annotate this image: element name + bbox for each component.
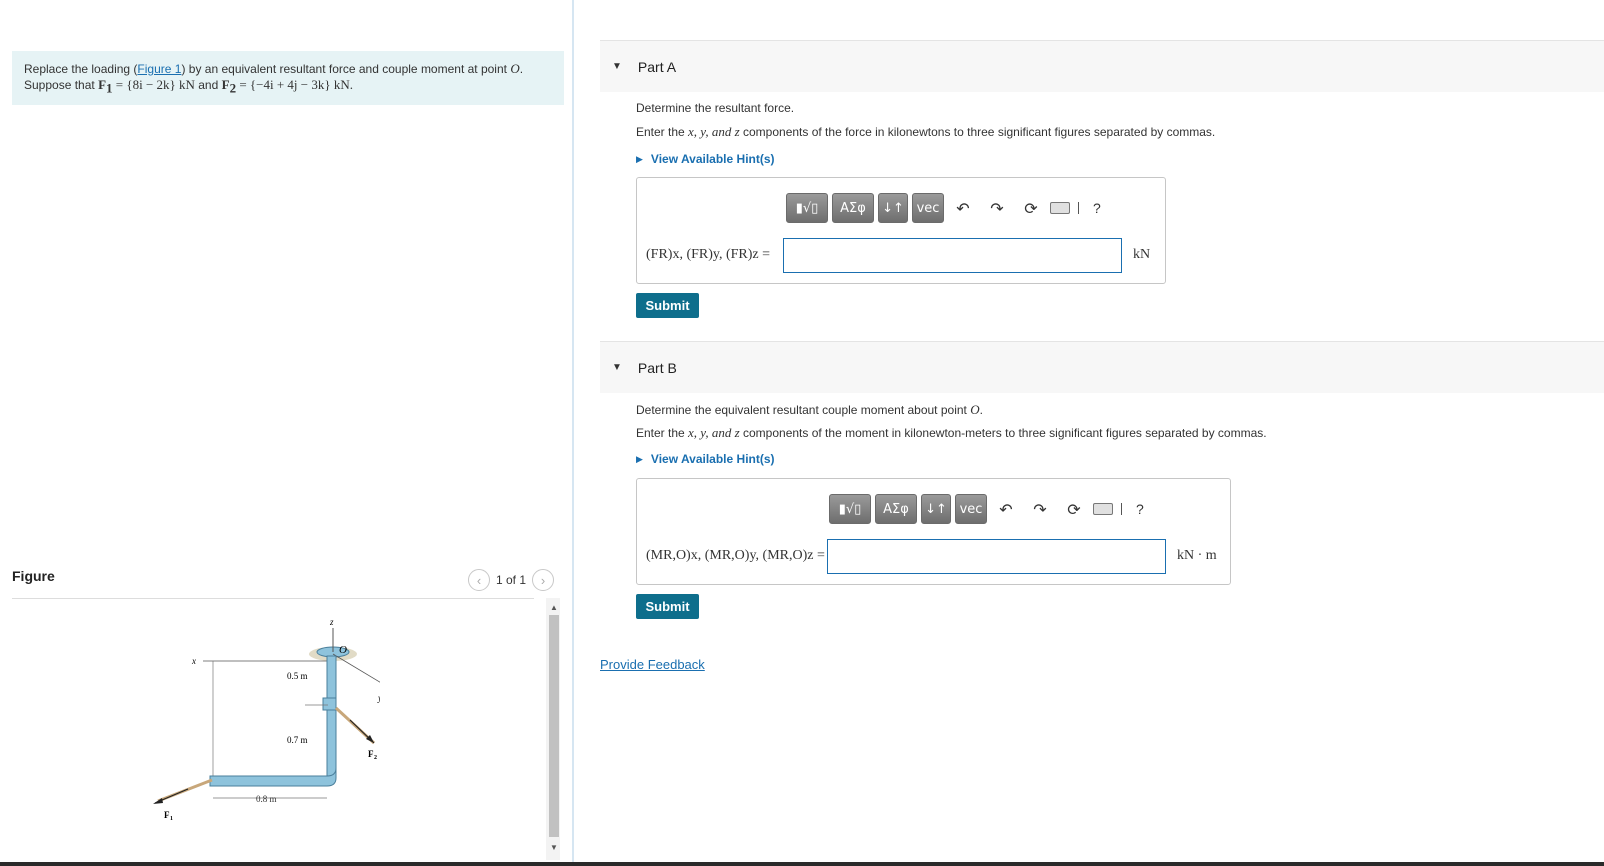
vec-button[interactable]: vec xyxy=(955,494,987,524)
pipe-coupling xyxy=(322,697,337,711)
part-b-question: Determine the equivalent resultant coupl… xyxy=(636,402,983,417)
undo-icon[interactable]: ↶ xyxy=(948,193,978,223)
part-b-toolbar: ▮√▯ ΑΣφ ↓↑ vec ↶ ↷ ⟳ ? xyxy=(829,494,1144,524)
dim-08-label: 0.8 m xyxy=(256,794,277,804)
caret-down-icon: ▼ xyxy=(612,61,622,72)
f2-value: = {−4i + 4j − 3k} kN. xyxy=(236,77,353,92)
caret-down-icon: ▼ xyxy=(612,362,622,373)
problem-statement: Replace the loading (Figure 1) by an equ… xyxy=(12,51,564,105)
part-a-instructions: Enter the x, y, and z components of the … xyxy=(636,124,1216,139)
part-b-unit: kN · m xyxy=(1177,548,1217,563)
caret-right-icon: ▶ xyxy=(636,153,643,164)
redo-icon[interactable]: ↷ xyxy=(1025,494,1055,524)
keyboard-icon[interactable] xyxy=(1050,202,1070,214)
part-a-question: Determine the resultant force. xyxy=(636,101,795,115)
figure-divider xyxy=(12,598,534,599)
y-axis-label: y xyxy=(377,693,380,703)
figure-title: Figure xyxy=(12,568,55,584)
y-axis xyxy=(332,653,380,683)
keyboard-icon[interactable] xyxy=(1093,503,1113,515)
templates-button[interactable]: ▮√▯ xyxy=(829,494,871,524)
part-b-hint-toggle[interactable]: ▶ View Available Hint(s) xyxy=(636,452,775,466)
redo-icon[interactable]: ↷ xyxy=(982,193,1012,223)
figure-image: z O x y 0.5 m 0.7 m 0.8 m F 2 F 1 xyxy=(153,617,380,822)
toolbar-separator xyxy=(1078,202,1079,214)
chevron-right-icon: › xyxy=(540,572,546,588)
part-a-equation-label: (FR)x, (FR)y, (FR)z = xyxy=(646,247,771,262)
x-axis-label: x xyxy=(191,656,196,666)
greek-button[interactable]: ΑΣφ xyxy=(832,193,874,223)
next-figure-button[interactable]: › xyxy=(532,569,555,591)
part-b-title: Part B xyxy=(637,359,677,376)
bottom-bar xyxy=(0,862,1604,866)
dim-07-label: 0.7 m xyxy=(287,735,308,745)
prev-figure-button[interactable]: ‹ xyxy=(468,569,490,591)
f2-sub: 2 xyxy=(374,755,377,761)
part-a-header[interactable]: ▼ Part A xyxy=(600,40,1604,92)
point-o-label: O xyxy=(339,644,347,656)
reset-icon[interactable]: ⟳ xyxy=(1059,494,1089,524)
part-a-answer-input[interactable] xyxy=(783,238,1122,273)
part-b-answer-input[interactable] xyxy=(827,539,1166,574)
scroll-down-icon[interactable]: ▼ xyxy=(549,843,559,853)
vec-button[interactable]: vec xyxy=(912,193,944,223)
reset-icon[interactable]: ⟳ xyxy=(1016,193,1046,223)
help-icon[interactable]: ? xyxy=(1093,200,1101,216)
arrows-button[interactable]: ↓↑ xyxy=(878,193,908,223)
part-b-submit-button[interactable]: Submit xyxy=(636,594,699,619)
pipe-vertical xyxy=(326,655,337,777)
chevron-left-icon: ‹ xyxy=(476,572,482,588)
arrows-button[interactable]: ↓↑ xyxy=(921,494,951,524)
toolbar-separator xyxy=(1121,503,1122,515)
part-b-instructions: Enter the x, y, and z components of the … xyxy=(636,425,1267,440)
pipe-horizontal xyxy=(209,767,337,787)
part-b-equation-label: (MR,O)x, (MR,O)y, (MR,O)z = xyxy=(646,548,825,563)
dim-05-label: 0.5 m xyxy=(287,671,308,681)
help-icon[interactable]: ? xyxy=(1136,501,1144,517)
scroll-up-icon[interactable]: ▲ xyxy=(549,603,559,613)
templates-button[interactable]: ▮√▯ xyxy=(786,193,828,223)
pager-count: 1 of 1 xyxy=(496,573,527,587)
undo-icon[interactable]: ↶ xyxy=(991,494,1021,524)
f1-sub: 1 xyxy=(170,816,173,822)
f1-arrowhead xyxy=(153,798,163,804)
provide-feedback-link[interactable]: Provide Feedback xyxy=(600,657,705,672)
f1-value: = {8i − 2k} kN xyxy=(112,77,195,92)
part-a-toolbar: ▮√▯ ΑΣφ ↓↑ vec ↶ ↷ ⟳ ? xyxy=(786,193,1101,223)
greek-button[interactable]: ΑΣφ xyxy=(875,494,917,524)
caret-right-icon: ▶ xyxy=(636,453,643,464)
figure-link[interactable]: Figure 1 xyxy=(137,62,181,76)
part-b-header[interactable]: ▼ Part B xyxy=(600,341,1604,393)
part-a-hint-toggle[interactable]: ▶ View Available Hint(s) xyxy=(636,152,775,166)
figure-scrollbar-thumb[interactable] xyxy=(549,615,559,837)
part-a-submit-button[interactable]: Submit xyxy=(636,293,699,318)
part-a-title: Part A xyxy=(637,58,677,75)
left-panel: Replace the loading (Figure 1) by an equ… xyxy=(0,0,574,866)
figure-pager: ‹ 1 of 1 › xyxy=(468,569,555,591)
part-a-unit: kN xyxy=(1133,247,1151,262)
z-axis-label: z xyxy=(329,617,334,627)
